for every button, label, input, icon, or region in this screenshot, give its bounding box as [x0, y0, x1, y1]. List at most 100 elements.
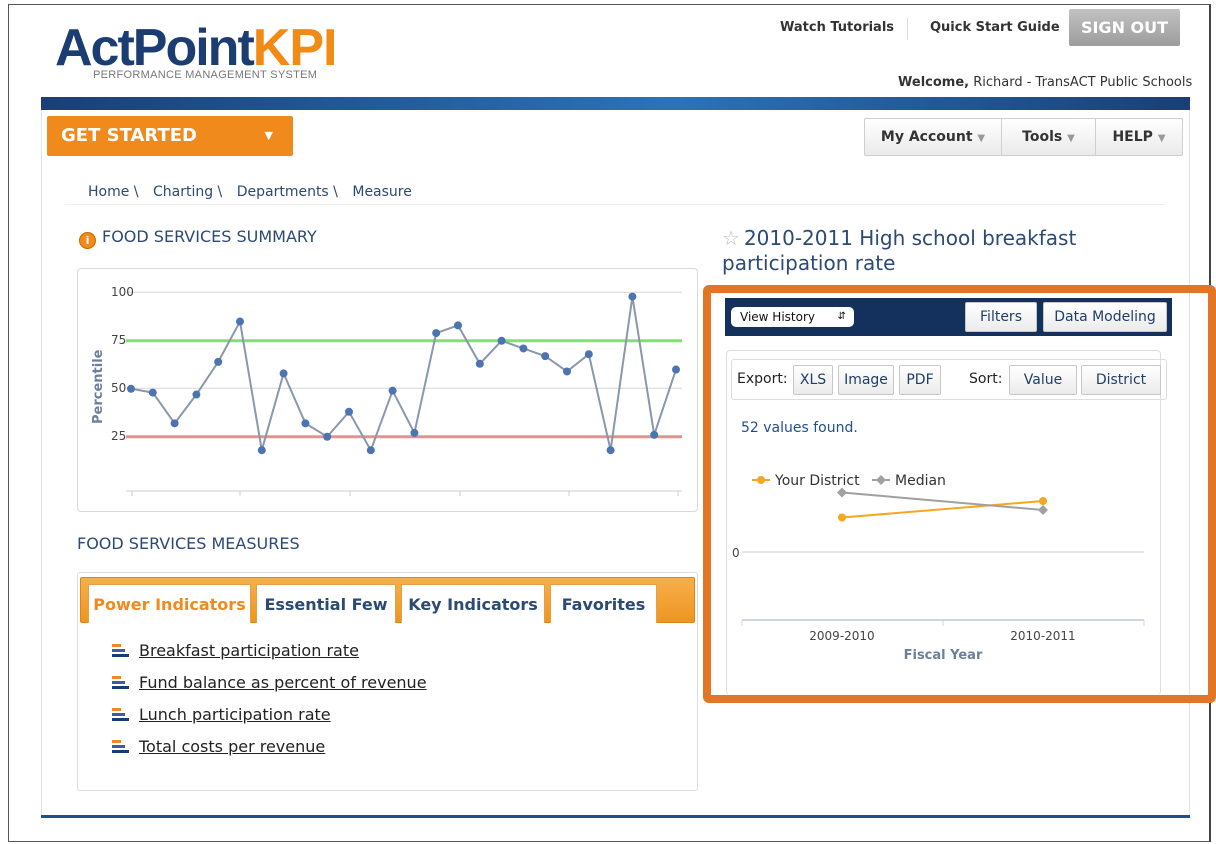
welcome-user: Richard - TransACT Public Schools: [973, 75, 1193, 90]
data-point: [127, 384, 135, 393]
data-point-median: [837, 487, 847, 498]
top-nav: My Account ▼ Tools ▼ HELP ▼: [864, 118, 1183, 156]
y-tick-label: 0: [732, 546, 740, 560]
summary-chart: 100 75 50 25 Percentile: [77, 268, 698, 512]
watch-tutorials-link[interactable]: Watch Tutorials: [780, 20, 894, 35]
data-point: [148, 388, 157, 397]
measure-link-total-costs[interactable]: Total costs per revenue: [139, 737, 325, 756]
data-point: [170, 419, 179, 428]
y-tick-label: 25: [111, 429, 126, 443]
filters-button[interactable]: Filters: [965, 302, 1037, 332]
legend-marker-your-district: [757, 476, 765, 484]
data-point: [563, 367, 571, 376]
breadcrumb-charting[interactable]: Charting \: [153, 184, 222, 200]
tab-essential-few[interactable]: Essential Few: [256, 584, 396, 623]
data-point: [606, 446, 615, 455]
data-point: [366, 446, 375, 455]
legend-marker-median: [876, 475, 886, 485]
breadcrumb-home[interactable]: Home \: [88, 184, 139, 200]
data-point: [236, 317, 244, 326]
bar-chart-icon: [112, 644, 129, 658]
data-point: [301, 419, 310, 428]
footer-line: [41, 815, 1190, 818]
summary-title-text: FOOD SERVICES SUMMARY: [102, 227, 317, 246]
bar-chart-icon: [112, 676, 129, 690]
y-tick-label: 100: [111, 285, 134, 299]
series-line: [130, 296, 677, 453]
get-started-label: GET STARTED: [61, 125, 197, 146]
data-point: [257, 446, 266, 455]
export-xls-button[interactable]: XLS: [793, 365, 833, 395]
welcome-label: Welcome,: [898, 75, 970, 90]
x-tick-label: 2009-2010: [809, 629, 874, 643]
data-point: [497, 336, 506, 345]
export-image-button[interactable]: Image: [838, 365, 894, 395]
kpi-title: ☆ 2010-2011 High school breakfast partici…: [722, 226, 1102, 276]
data-modeling-button[interactable]: Data Modeling: [1043, 302, 1167, 332]
x-tick-label: 2010-2011: [1010, 629, 1075, 643]
data-point: [323, 432, 332, 441]
data-point: [628, 292, 637, 301]
my-account-menu[interactable]: My Account ▼: [865, 119, 1002, 155]
quick-start-guide-link[interactable]: Quick Start Guide: [930, 20, 1060, 35]
measure-link-lunch[interactable]: Lunch participation rate: [139, 705, 331, 724]
x-axis-label: Fiscal Year: [904, 648, 983, 663]
breadcrumb: Home \ Charting \ Departments \ Measure: [88, 184, 422, 200]
data-point-your-district: [838, 513, 846, 522]
measure-link-fund-balance[interactable]: Fund balance as percent of revenue: [139, 673, 427, 692]
tab-power-indicators[interactable]: Power Indicators: [88, 584, 251, 623]
sort-label: Sort:: [969, 371, 1003, 387]
data-point: [214, 357, 223, 366]
tab-favorites[interactable]: Favorites: [550, 584, 657, 623]
view-history-label: View History: [740, 310, 815, 324]
header-bar: [41, 97, 1190, 110]
chevron-down-icon: ▼: [1157, 133, 1166, 144]
welcome-text: Welcome, Richard - TransACT Public Schoo…: [898, 75, 1192, 90]
sort-value-button[interactable]: Value: [1009, 365, 1077, 395]
sort-district-button[interactable]: District: [1081, 365, 1161, 395]
kpi-chart-svg: Your District Median 0 2009-2010 2010-2011 Fi…: [732, 473, 1145, 663]
bar-chart-icon: [112, 740, 129, 754]
measure-link-breakfast[interactable]: Breakfast participation rate: [139, 641, 359, 660]
updown-icon: ⇵: [837, 311, 846, 322]
data-point-your-district: [1039, 497, 1047, 505]
y-tick-label: 75: [111, 333, 126, 347]
view-history-select[interactable]: View History ⇵: [731, 307, 854, 327]
data-point: [519, 344, 528, 353]
data-point: [672, 365, 680, 374]
star-icon[interactable]: ☆: [722, 226, 740, 250]
help-label: HELP: [1112, 129, 1153, 145]
tools-label: Tools: [1022, 129, 1063, 145]
chevron-down-icon: ▼: [1067, 133, 1075, 144]
sign-out-button[interactable]: SIGN OUT: [1069, 9, 1180, 46]
data-point: [454, 321, 462, 330]
tools-menu[interactable]: Tools ▼: [1002, 119, 1096, 155]
get-started-menu[interactable]: GET STARTED ▼: [47, 116, 293, 156]
my-account-label: My Account: [880, 129, 973, 145]
data-point: [584, 350, 593, 359]
y-axis-label: Percentile: [91, 349, 106, 424]
export-label: Export:: [737, 371, 788, 387]
chevron-down-icon: ▼: [977, 133, 986, 144]
info-icon[interactable]: i: [79, 232, 96, 249]
legend-label-your-district: Your District: [774, 473, 860, 489]
data-point: [410, 428, 419, 437]
measures-title: FOOD SERVICES MEASURES: [77, 534, 300, 553]
breadcrumb-departments[interactable]: Departments \: [237, 184, 338, 200]
data-point: [475, 359, 484, 368]
chevron-down-icon: ▼: [264, 129, 273, 142]
data-point: [650, 430, 659, 439]
breadcrumb-divider: [65, 204, 1165, 205]
bar-chart-icon: [112, 708, 129, 722]
tab-key-indicators[interactable]: Key Indicators: [401, 584, 545, 623]
summary-chart-svg: 100 75 50 25 Percentile: [91, 285, 682, 496]
data-point: [432, 329, 441, 338]
data-point: [345, 407, 353, 416]
breadcrumb-measure[interactable]: Measure: [352, 184, 412, 200]
export-pdf-button[interactable]: PDF: [899, 365, 941, 395]
logo[interactable]: ActPointKPI PERFORMANCE MANAGEMENT SYSTE…: [55, 22, 337, 81]
legend-label-median: Median: [895, 473, 946, 489]
help-menu[interactable]: HELP ▼: [1096, 119, 1182, 155]
results-count: 52 values found.: [741, 420, 858, 436]
logo-tagline: PERFORMANCE MANAGEMENT SYSTEM: [93, 69, 318, 81]
